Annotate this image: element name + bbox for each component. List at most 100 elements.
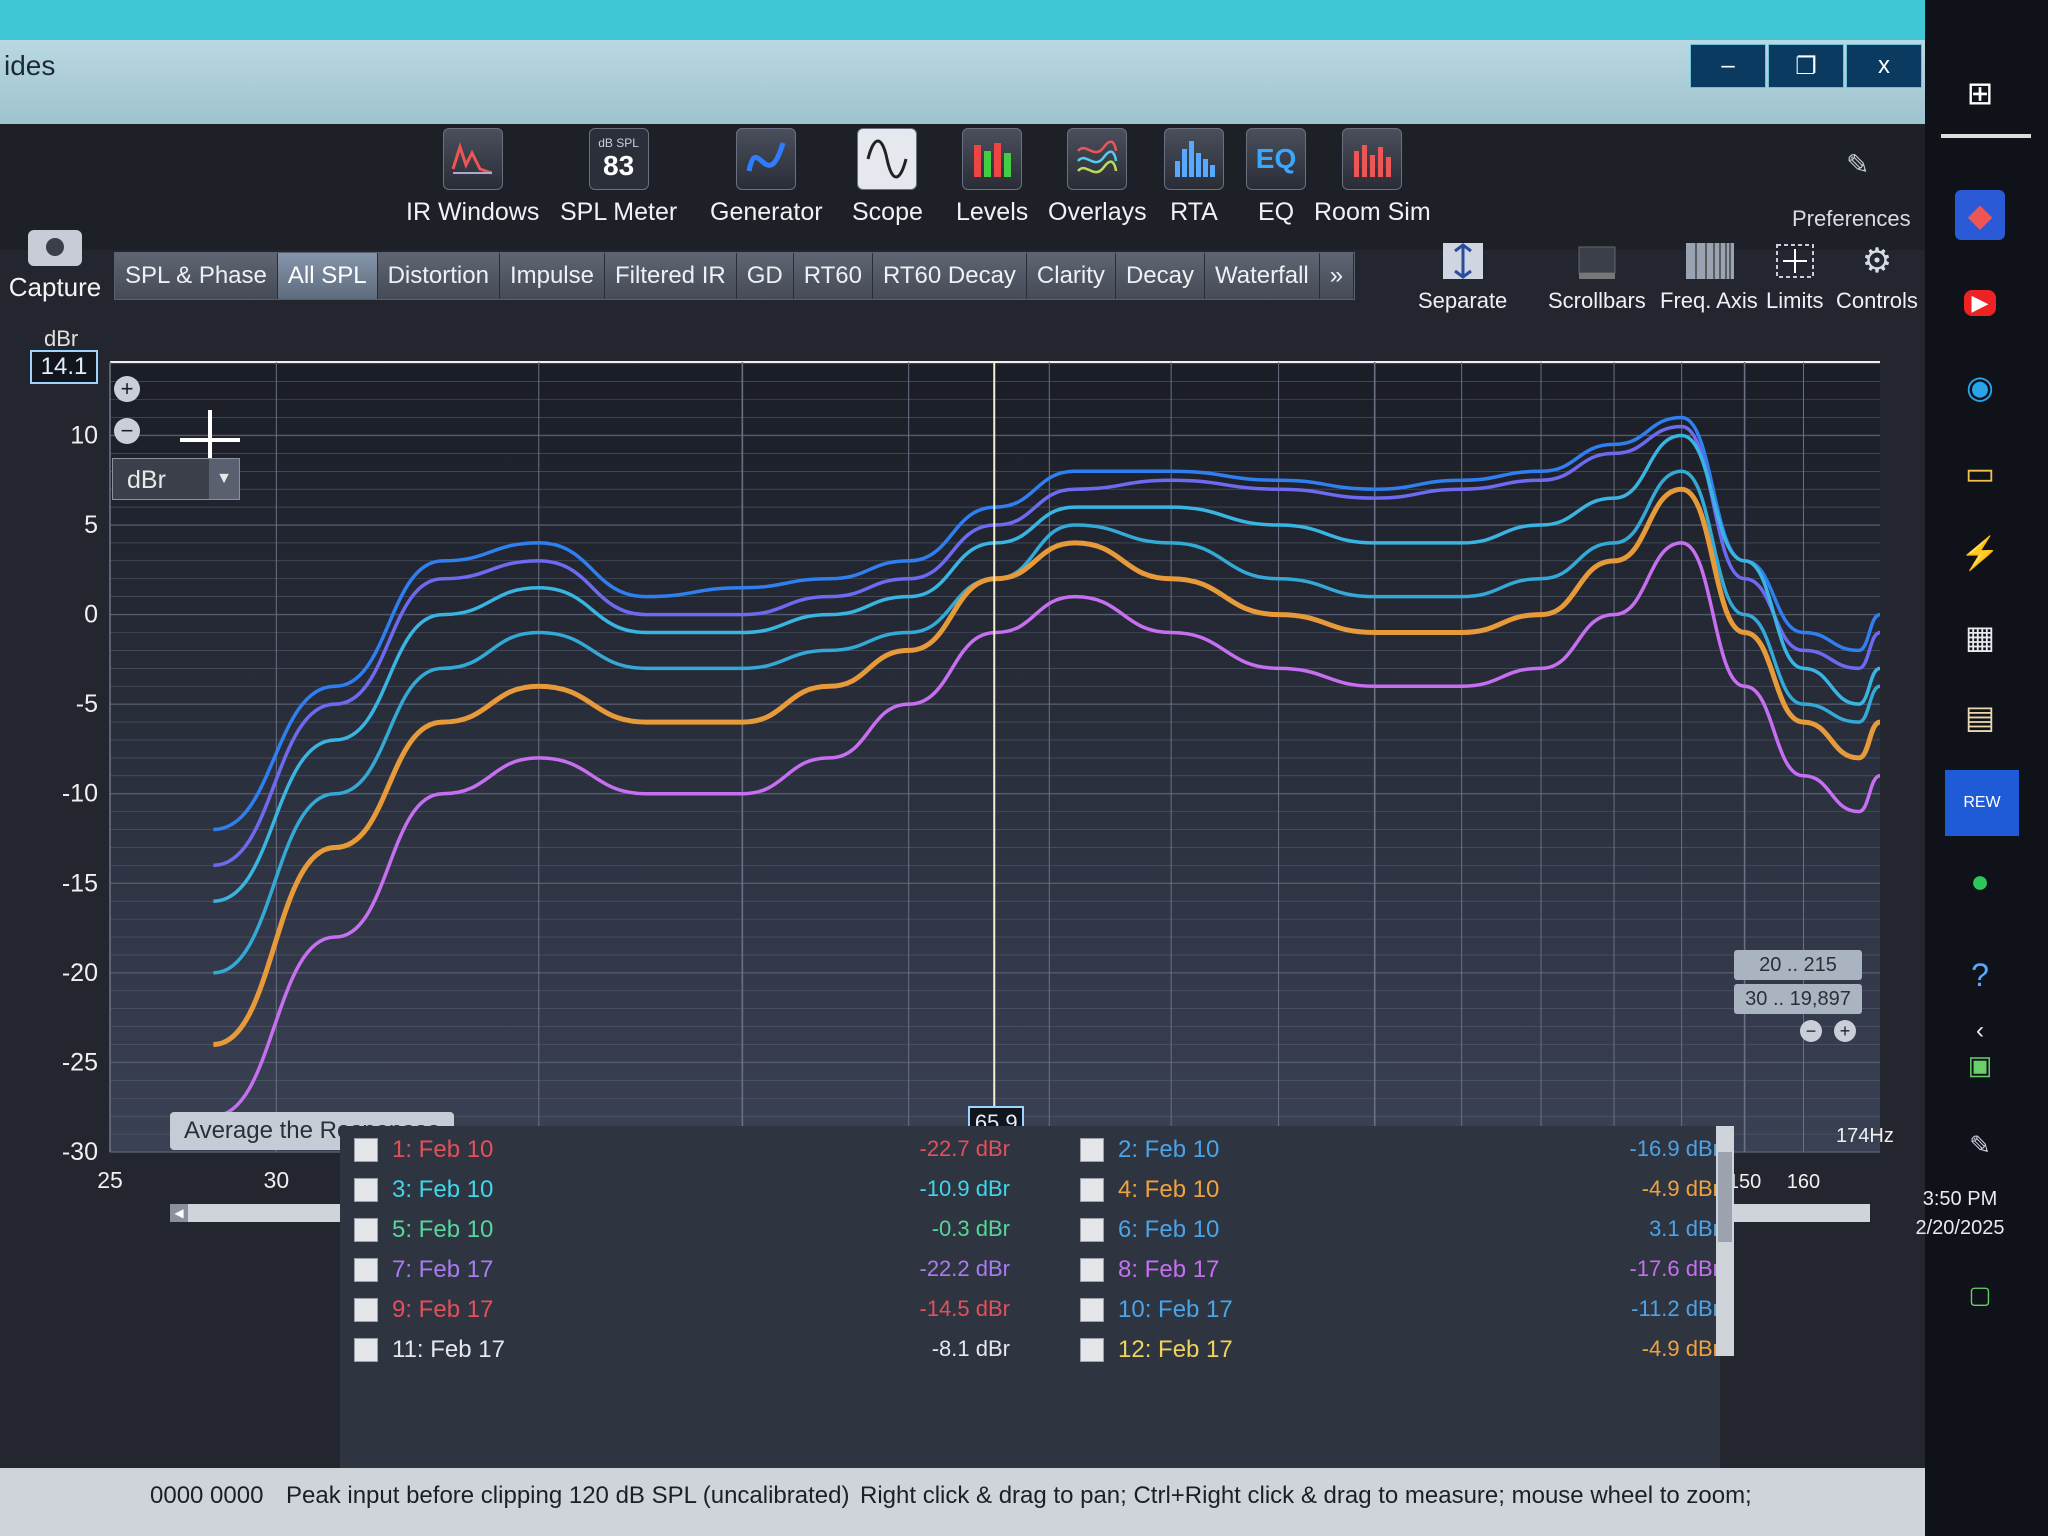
legend-checkbox[interactable]: [354, 1258, 378, 1282]
tool-eq[interactable]: EQ EQ: [1246, 124, 1306, 244]
controls-button[interactable]: ⚙ Controls: [1836, 240, 1918, 314]
preferences-button[interactable]: ✎ Preferences: [1792, 134, 1925, 244]
title-bar: ides – ❐ x: [0, 40, 1925, 124]
legend-item[interactable]: 7: Feb 17: [354, 1256, 493, 1284]
copilot-icon[interactable]: ◆: [1955, 190, 2005, 240]
gear-icon: ⚙: [1861, 242, 1893, 280]
calculator-icon[interactable]: ▦: [1955, 612, 2005, 662]
legend-label: 6: Feb 10: [1118, 1216, 1220, 1243]
legend-checkbox[interactable]: [354, 1218, 378, 1242]
taskbar-divider: [1941, 134, 2031, 138]
tab-impulse[interactable]: Impulse: [499, 253, 605, 299]
legend-item[interactable]: 4: Feb 10: [1080, 1176, 1219, 1204]
screen-top-strip: [0, 0, 1925, 40]
notepad-icon[interactable]: ▤: [1955, 692, 2005, 742]
legend-checkbox[interactable]: [354, 1298, 378, 1322]
legend-label: 8: Feb 17: [1118, 1256, 1220, 1283]
file-explorer-icon[interactable]: ▭: [1955, 448, 2005, 498]
youtube-icon[interactable]: ▶: [1955, 278, 2005, 328]
clock-time: 3:50 PM: [1922, 1188, 1998, 1210]
tab-decay[interactable]: Decay: [1115, 253, 1205, 299]
notification-icon[interactable]: ▢: [1955, 1270, 2005, 1320]
tool-rta[interactable]: RTA: [1164, 124, 1224, 244]
legend-item[interactable]: 2: Feb 10: [1080, 1136, 1219, 1164]
legend-scrollbar[interactable]: [1716, 1126, 1734, 1356]
legend-item[interactable]: 8: Feb 17: [1080, 1256, 1219, 1284]
zoom-in-y-button[interactable]: +: [114, 376, 140, 402]
legend-item[interactable]: 11: Feb 17: [354, 1336, 505, 1364]
capture-button[interactable]: Capture: [0, 230, 110, 320]
tab-clarity[interactable]: Clarity: [1026, 253, 1116, 299]
scroll-left-icon[interactable]: ◀: [170, 1204, 188, 1222]
tray-icons[interactable]: ▣: [1955, 1040, 2005, 1090]
legend-item[interactable]: 9: Feb 17: [354, 1296, 493, 1324]
windows-start-icon[interactable]: ⊞: [1955, 68, 2005, 118]
tool-scope[interactable]: Scope: [852, 124, 923, 244]
separate-button[interactable]: Separate: [1418, 240, 1507, 314]
y-tick-label: -10: [62, 780, 98, 808]
spl-chart[interactable]: 1050-5-10-15-20-25-30 253040506070809010…: [0, 330, 1925, 1210]
legend-checkbox[interactable]: [1080, 1338, 1104, 1362]
y-tick-label: -5: [76, 690, 98, 718]
legend-checkbox[interactable]: [1080, 1178, 1104, 1202]
limits-button[interactable]: Limits: [1766, 240, 1823, 314]
close-button[interactable]: x: [1846, 44, 1922, 88]
legend-item[interactable]: 10: Feb 17: [1080, 1296, 1233, 1324]
scrollbars-icon: [1572, 240, 1622, 282]
minimize-button[interactable]: –: [1690, 44, 1766, 88]
legend-label: 3: Feb 10: [392, 1176, 494, 1203]
help-icon[interactable]: ?: [1955, 950, 2005, 1000]
tab-waterfall[interactable]: Waterfall: [1204, 253, 1320, 299]
legend-item[interactable]: 12: Feb 17: [1080, 1336, 1233, 1364]
tool-overlays[interactable]: Overlays: [1048, 124, 1147, 244]
legend-scroll-thumb[interactable]: [1718, 1152, 1732, 1242]
tab-gd[interactable]: GD: [736, 253, 794, 299]
tab-filtered-ir[interactable]: Filtered IR: [605, 253, 737, 299]
legend-item[interactable]: 6: Feb 10: [1080, 1216, 1219, 1244]
legend-value: -4.9 dBr: [1641, 1336, 1720, 1361]
legend-item[interactable]: 3: Feb 10: [354, 1176, 493, 1204]
unit-select[interactable]: dBr ▼: [112, 458, 240, 500]
zoom-out-x-button[interactable]: −: [1800, 1020, 1822, 1042]
lightning-icon[interactable]: ⚡: [1955, 528, 2005, 578]
legend-item[interactable]: 1: Feb 10: [354, 1136, 493, 1164]
legend-label: 4: Feb 10: [1118, 1176, 1220, 1203]
tab-rt60[interactable]: RT60: [793, 253, 873, 299]
rew-app-icon[interactable]: REW: [1945, 770, 2019, 836]
legend-checkbox[interactable]: [354, 1138, 378, 1162]
tab-all-spl[interactable]: All SPL: [277, 253, 378, 299]
legend-checkbox[interactable]: [1080, 1258, 1104, 1282]
tool-spl-meter[interactable]: dB SPL 83 SPL Meter: [560, 124, 677, 244]
tool-levels[interactable]: Levels: [956, 124, 1028, 244]
camera-icon: [28, 230, 82, 266]
freq-axis-button[interactable]: Freq. Axis: [1660, 240, 1758, 314]
tab-spl-phase[interactable]: SPL & Phase: [115, 253, 278, 299]
legend-checkbox[interactable]: [354, 1178, 378, 1202]
zoom-out-y-button[interactable]: −: [114, 418, 140, 444]
scrollbars-button[interactable]: Scrollbars: [1548, 240, 1646, 314]
tab-distortion[interactable]: Distortion: [377, 253, 500, 299]
tab-more[interactable]: »: [1319, 253, 1355, 299]
legend-label: 7: Feb 17: [392, 1256, 494, 1283]
restore-button[interactable]: ❐: [1768, 44, 1844, 88]
legend-value: -17.6 dBr: [1629, 1256, 1721, 1281]
legend-checkbox[interactable]: [1080, 1218, 1104, 1242]
legend-checkbox[interactable]: [1080, 1138, 1104, 1162]
tab-rt60-decay[interactable]: RT60 Decay: [872, 253, 1027, 299]
pen-icon[interactable]: ✎: [1955, 1120, 2005, 1170]
x-tick-label: 160: [1787, 1171, 1820, 1193]
edge-icon[interactable]: ◉: [1955, 362, 2005, 412]
legend-checkbox[interactable]: [354, 1338, 378, 1362]
legend-label: 12: Feb 17: [1118, 1336, 1233, 1363]
legend-value: 3.1 dBr: [1649, 1216, 1720, 1241]
legend-item[interactable]: 5: Feb 10: [354, 1216, 493, 1244]
zoom-in-x-button[interactable]: +: [1834, 1020, 1856, 1042]
spotify-icon[interactable]: ●: [1955, 856, 2005, 906]
taskbar-clock[interactable]: 3:50 PM 2/20/2025: [1900, 1188, 2020, 1240]
tool-ir-windows[interactable]: IR Windows: [406, 124, 539, 244]
legend-value: -0.3 dBr: [931, 1216, 1010, 1241]
legend-checkbox[interactable]: [1080, 1298, 1104, 1322]
tool-room-sim[interactable]: Room Sim: [1314, 124, 1431, 244]
tool-generator[interactable]: Generator: [710, 124, 823, 244]
range-readout-2: 30 .. 19,897: [1734, 984, 1862, 1014]
